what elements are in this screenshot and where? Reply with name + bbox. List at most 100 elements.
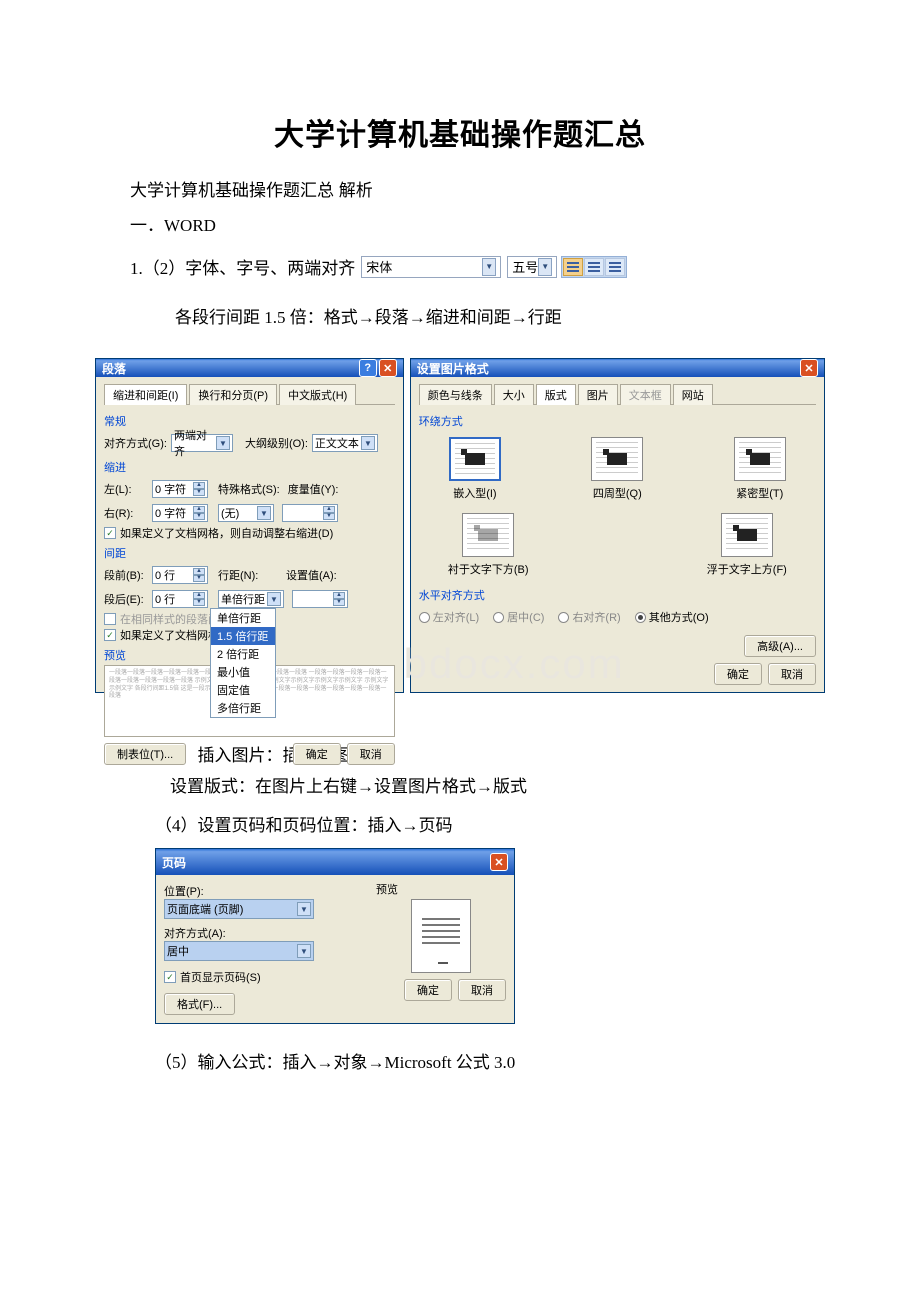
left-label: 左(L):: [104, 481, 148, 497]
linespace-dropdown-list[interactable]: 单倍行距 1.5 倍行距 2 倍行距 最小值 固定值 多倍行距: [210, 608, 276, 718]
dd-item[interactable]: 单倍行距: [211, 609, 275, 627]
subtitle: 大学计算机基础操作题汇总 解析: [130, 176, 825, 201]
item-1-row: 1.（2）字体、字号、两端对齐 宋体 ▼ 五号 ▼: [130, 254, 825, 279]
close-icon[interactable]: ✕: [490, 853, 508, 871]
chevron-down-icon[interactable]: ▼: [297, 944, 311, 958]
tab-textbox[interactable]: 文本框: [620, 384, 671, 405]
tab-cjk[interactable]: 中文版式(H): [279, 384, 356, 405]
left-spinner[interactable]: 0 字符▲▼: [152, 480, 208, 498]
halign-section-label: 水平对齐方式: [419, 587, 816, 603]
checkbox-icon: ✓: [164, 971, 176, 983]
tab-colors[interactable]: 颜色与线条: [419, 384, 492, 405]
radio-other[interactable]: 其他方式(O): [635, 609, 709, 625]
cancel-button[interactable]: 取消: [347, 743, 395, 765]
checkbox-icon: ✓: [104, 527, 116, 539]
close-icon[interactable]: ✕: [379, 359, 397, 377]
dd-item[interactable]: 最小值: [211, 663, 275, 681]
radio-center[interactable]: 居中(C): [493, 609, 544, 625]
item-1-text: 1.（2）字体、字号、两端对齐: [130, 254, 355, 279]
right-spinner[interactable]: 0 字符▲▼: [152, 504, 208, 522]
dialog-title: 设置图片格式: [417, 360, 489, 377]
by-label: 度量值(Y):: [288, 481, 339, 497]
tabstops-button[interactable]: 制表位(T)...: [104, 743, 186, 765]
radio-left[interactable]: 左对齐(L): [419, 609, 479, 625]
align-right-button[interactable]: [605, 258, 625, 276]
tab-layout[interactable]: 版式: [536, 384, 576, 405]
chk-first-page[interactable]: ✓首页显示页码(S): [164, 969, 261, 985]
group-general: 常规: [104, 413, 395, 429]
alignment-button-group: [561, 256, 627, 278]
dd-item[interactable]: 2 倍行距: [211, 645, 275, 663]
close-icon[interactable]: ✕: [800, 359, 818, 377]
checkbox-icon: [104, 613, 116, 625]
tab-linebreaks[interactable]: 换行和分页(P): [189, 384, 277, 405]
format-button[interactable]: 格式(F)...: [164, 993, 235, 1015]
dialog-titlebar: 页码 ✕: [156, 849, 514, 875]
dialog-tabs: 缩进和间距(I) 换行和分页(P) 中文版式(H): [104, 383, 395, 405]
page-preview: [411, 899, 471, 973]
wrap-section-label: 环绕方式: [419, 413, 816, 429]
group-spacing: 间距: [104, 545, 395, 561]
chevron-down-icon[interactable]: ▼: [267, 592, 281, 606]
chevron-down-icon[interactable]: ▼: [482, 258, 496, 276]
outline-label: 大纲级别(O):: [245, 435, 308, 451]
ok-button[interactable]: 确定: [404, 979, 452, 1001]
linespace-label: 行距(N):: [218, 567, 262, 583]
page-number-dialog: 页码 ✕ 位置(P): 页面底端 (页脚)▼ 对齐方式(A): 居中▼ ✓首页显…: [155, 848, 515, 1024]
after-spinner[interactable]: 0 行▲▼: [152, 590, 208, 608]
linespace-combo[interactable]: 单倍行距▼: [218, 590, 284, 608]
before-label: 段前(B):: [104, 567, 148, 583]
pos-combo[interactable]: 页面底端 (页脚)▼: [164, 899, 314, 919]
dialog-title: 段落: [102, 360, 126, 377]
font-size-value: 五号: [512, 257, 538, 276]
ok-button[interactable]: 确定: [293, 743, 341, 765]
dd-item-selected[interactable]: 1.5 倍行距: [211, 627, 275, 645]
align-combo[interactable]: 两端对齐▼: [171, 434, 233, 452]
dd-item[interactable]: 多倍行距: [211, 699, 275, 717]
item-1b-text: 各段行间距 1.5 倍：格式→段落→缩进和间距→行距: [175, 303, 825, 328]
tab-picture[interactable]: 图片: [578, 384, 618, 405]
ok-button[interactable]: 确定: [714, 663, 762, 685]
chevron-down-icon[interactable]: ▼: [216, 436, 230, 450]
align-center-button[interactable]: [584, 258, 604, 276]
special-combo[interactable]: (无)▼: [218, 504, 274, 522]
pos-label: 位置(P):: [164, 883, 364, 899]
chevron-down-icon[interactable]: ▼: [297, 902, 311, 916]
wrap-inline[interactable]: 嵌入型(I): [449, 437, 501, 501]
chk-autogrid[interactable]: ✓如果定义了文档网格，则自动调整右缩进(D): [104, 525, 395, 541]
group-indent: 缩进: [104, 459, 395, 475]
font-size-dropdown[interactable]: 五号 ▼: [507, 256, 557, 278]
chevron-down-icon[interactable]: ▼: [538, 258, 552, 276]
align-combo[interactable]: 居中▼: [164, 941, 314, 961]
wrap-behind[interactable]: 衬于文字下方(B): [448, 513, 529, 577]
dd-item[interactable]: 固定值: [211, 681, 275, 699]
font-family-dropdown[interactable]: 宋体 ▼: [361, 256, 501, 278]
wrap-tight[interactable]: 紧密型(T): [734, 437, 786, 501]
item-3b-text: 设置版式：在图片上右键→设置图片格式→版式: [170, 772, 825, 797]
setval-label: 设置值(A):: [286, 567, 337, 583]
help-icon[interactable]: ?: [359, 359, 377, 377]
cancel-button[interactable]: 取消: [768, 663, 816, 685]
item-4-text: （4）设置页码和页码位置：插入→页码: [155, 811, 825, 836]
tab-web[interactable]: 网站: [673, 384, 713, 405]
before-spinner[interactable]: 0 行▲▼: [152, 566, 208, 584]
dialog-titlebar: 设置图片格式 ✕: [411, 359, 824, 377]
preview-label: 预览: [376, 881, 506, 897]
align-left-button[interactable]: [563, 258, 583, 276]
chevron-down-icon[interactable]: ▼: [257, 506, 271, 520]
tab-indent-spacing[interactable]: 缩进和间距(I): [104, 384, 187, 405]
tab-size[interactable]: 大小: [494, 384, 534, 405]
outline-combo[interactable]: 正文文本▼: [312, 434, 378, 452]
wrap-square[interactable]: 四周型(Q): [591, 437, 643, 501]
page-title: 大学计算机基础操作题汇总: [95, 110, 825, 154]
by-spinner[interactable]: ▲▼: [282, 504, 338, 522]
item-5-text: （5）输入公式：插入→对象→Microsoft 公式 3.0: [155, 1048, 825, 1073]
wrap-infront[interactable]: 浮于文字上方(F): [707, 513, 787, 577]
align-label: 对齐方式(A):: [164, 925, 364, 941]
cancel-button[interactable]: 取消: [458, 979, 506, 1001]
dialog-title: 页码: [162, 854, 186, 871]
setval-spinner[interactable]: ▲▼: [292, 590, 348, 608]
advanced-button[interactable]: 高级(A)...: [744, 635, 816, 657]
chevron-down-icon[interactable]: ▼: [361, 436, 375, 450]
radio-right[interactable]: 右对齐(R): [558, 609, 620, 625]
